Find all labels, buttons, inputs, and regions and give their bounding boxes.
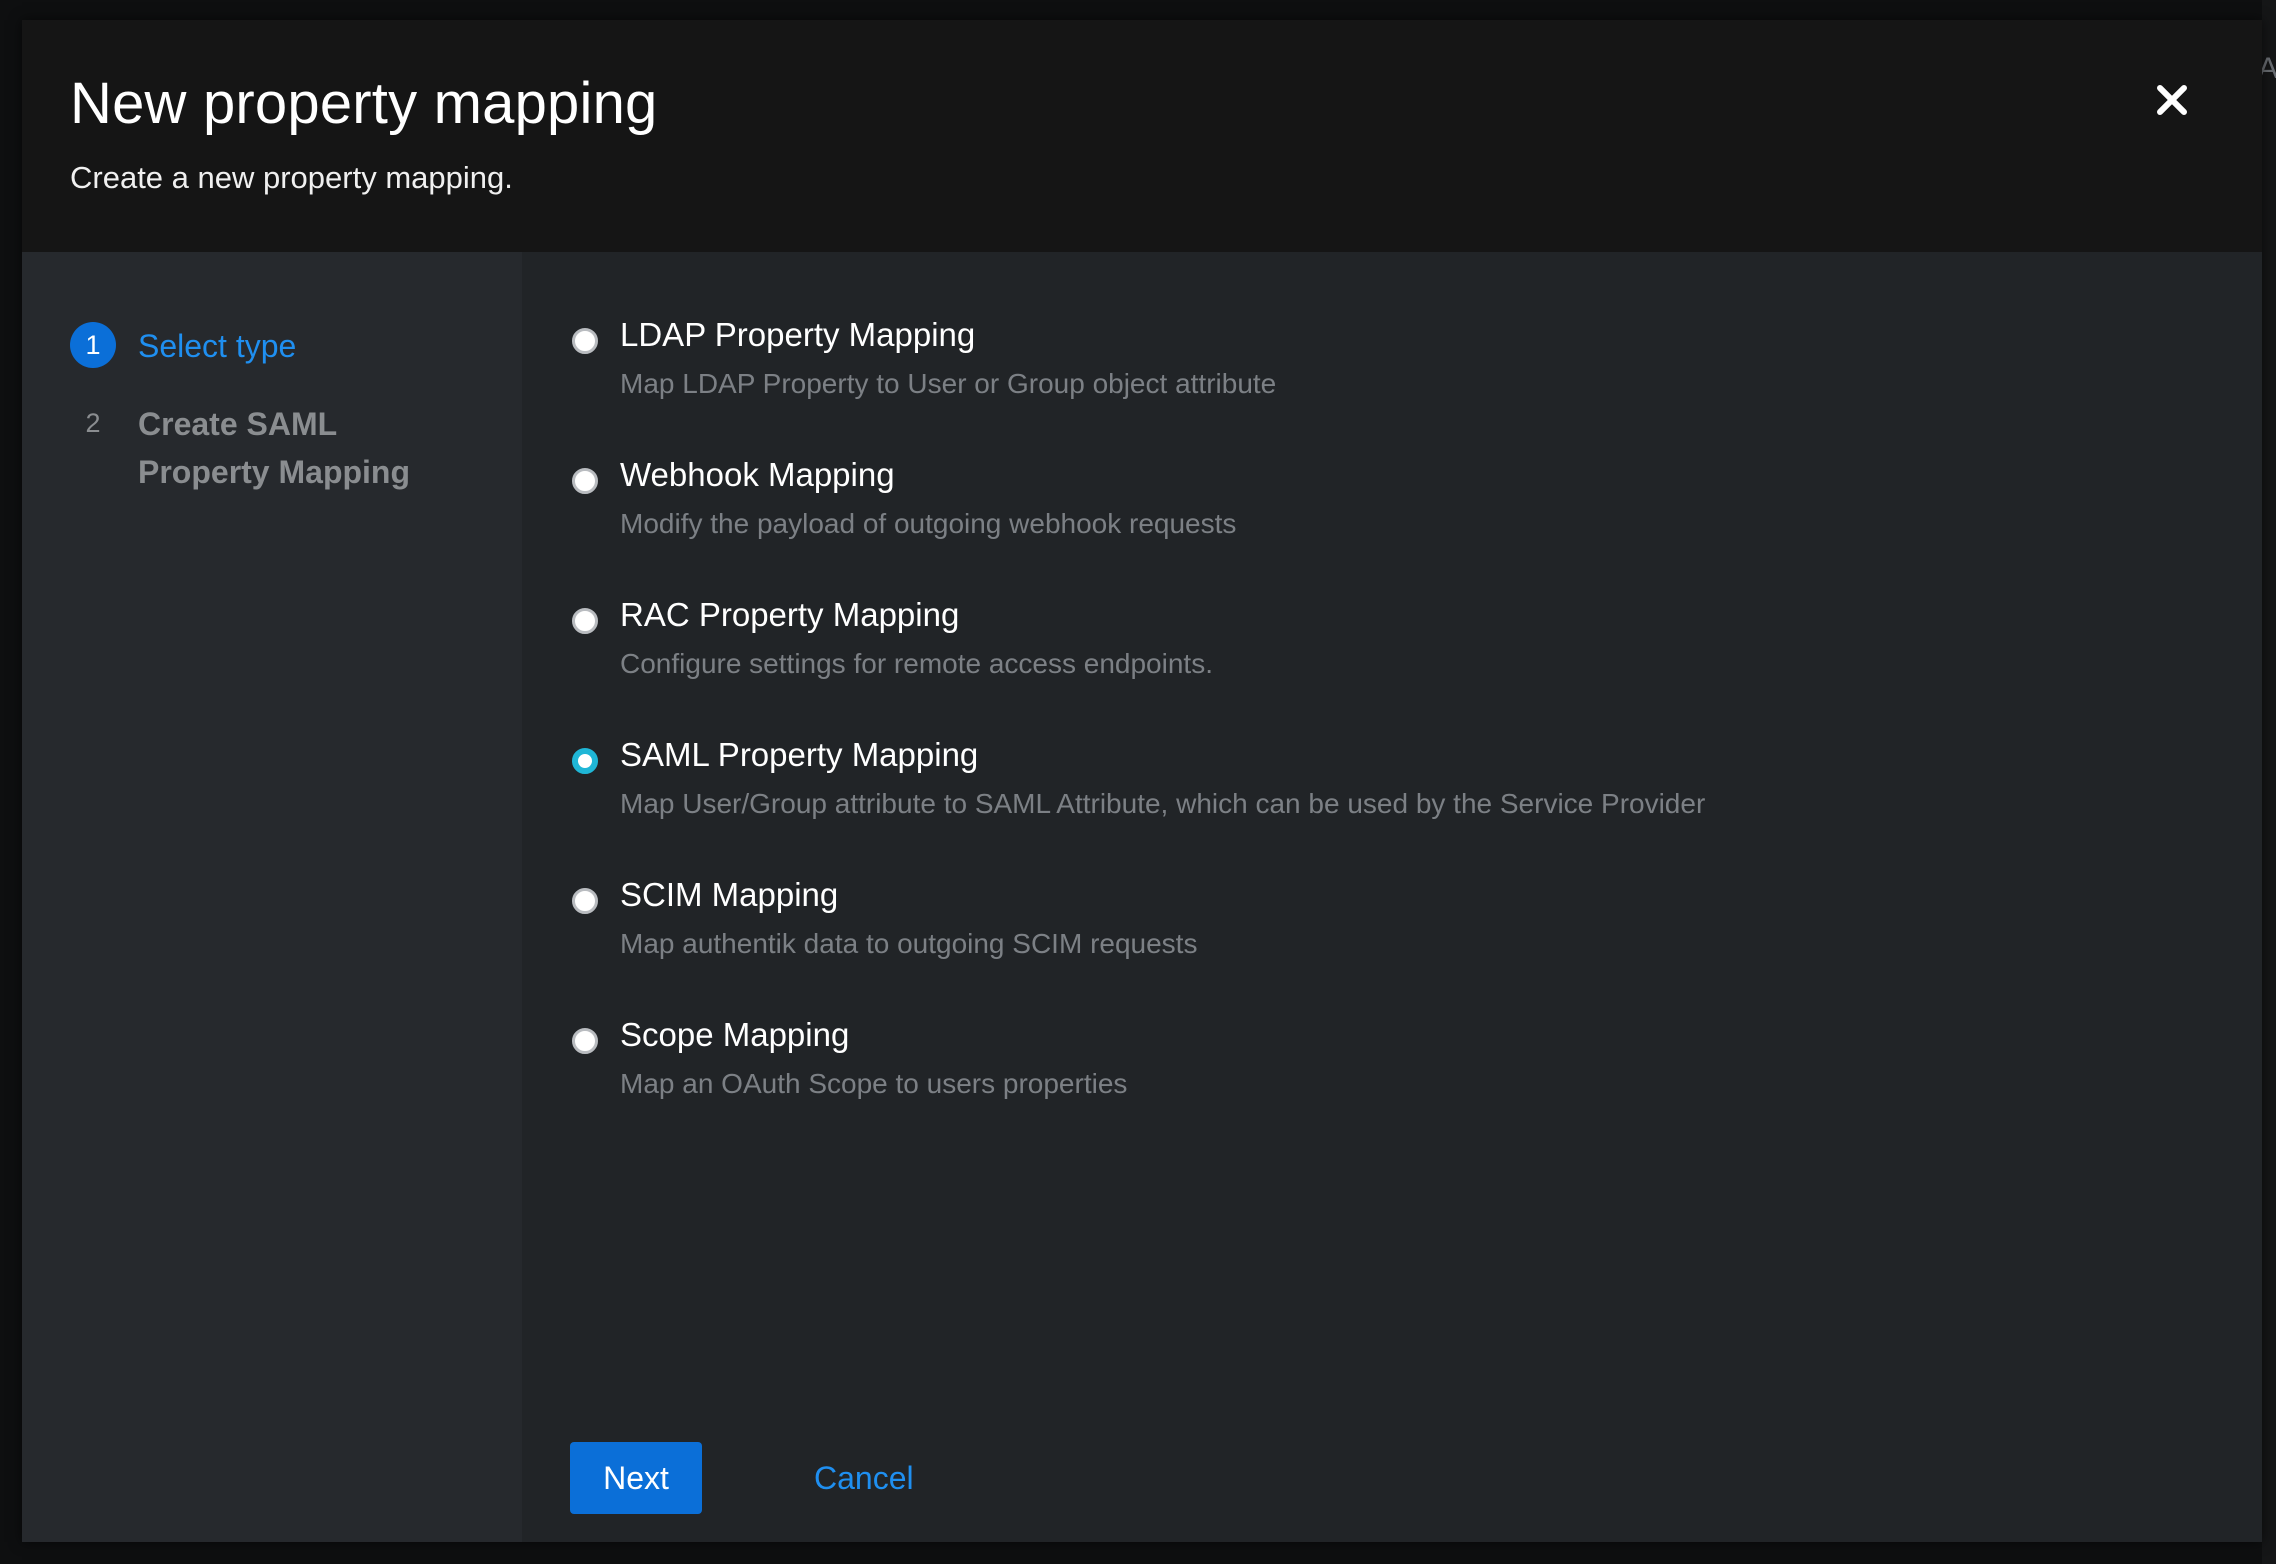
- modal-body: 1 Select type 2 Create SAML Property Map…: [22, 252, 2262, 1542]
- radio-saml-property-mapping[interactable]: [572, 748, 598, 774]
- radio-webhook-mapping[interactable]: [572, 468, 598, 494]
- option-label[interactable]: LDAP Property Mapping: [620, 316, 975, 354]
- option-label[interactable]: Webhook Mapping: [620, 456, 895, 494]
- wizard-content: LDAP Property Mapping Map LDAP Property …: [522, 252, 2262, 1542]
- option-description: Modify the payload of outgoing webhook r…: [620, 508, 1237, 539]
- step-number: 2: [85, 407, 101, 438]
- step-label: Select type: [138, 328, 297, 364]
- radio-scim-mapping[interactable]: [572, 888, 598, 914]
- option-label[interactable]: SAML Property Mapping: [620, 736, 978, 774]
- wizard-modal: New property mapping Create a new proper…: [22, 20, 2262, 1542]
- modal-header: New property mapping Create a new proper…: [22, 20, 2262, 252]
- option-label[interactable]: Scope Mapping: [620, 1016, 849, 1054]
- radio-ldap-property-mapping[interactable]: [572, 328, 598, 354]
- option-label[interactable]: RAC Property Mapping: [620, 596, 959, 634]
- radio-rac-property-mapping[interactable]: [572, 608, 598, 634]
- option-description: Map authentik data to outgoing SCIM requ…: [620, 928, 1198, 959]
- step-number: 1: [70, 322, 116, 368]
- step-label: Create SAML Property Mapping: [138, 406, 411, 490]
- wizard-footer: Next Cancel: [570, 1442, 914, 1514]
- option-description: Map LDAP Property to User or Group objec…: [620, 368, 1277, 399]
- step-create-saml-property-mapping: 2 Create SAML Property Mapping: [70, 400, 458, 496]
- cancel-button[interactable]: Cancel: [814, 1460, 914, 1497]
- radio-scope-mapping[interactable]: [572, 1028, 598, 1054]
- step-select-type[interactable]: 1 Select type: [70, 322, 458, 370]
- modal-title: New property mapping: [70, 71, 658, 136]
- background-page-edge: A: [2258, 0, 2276, 1564]
- option-description: Map an OAuth Scope to users properties: [620, 1068, 1128, 1099]
- option-description: Configure settings for remote access end…: [620, 648, 1213, 679]
- close-icon: [2157, 85, 2187, 115]
- next-button[interactable]: Next: [570, 1442, 702, 1514]
- option-label[interactable]: SCIM Mapping: [620, 876, 838, 914]
- wizard-steps-nav: 1 Select type 2 Create SAML Property Map…: [22, 252, 522, 1542]
- option-description: Map User/Group attribute to SAML Attribu…: [620, 788, 1706, 819]
- close-button[interactable]: [2144, 72, 2200, 128]
- modal-subtitle: Create a new property mapping.: [70, 160, 513, 195]
